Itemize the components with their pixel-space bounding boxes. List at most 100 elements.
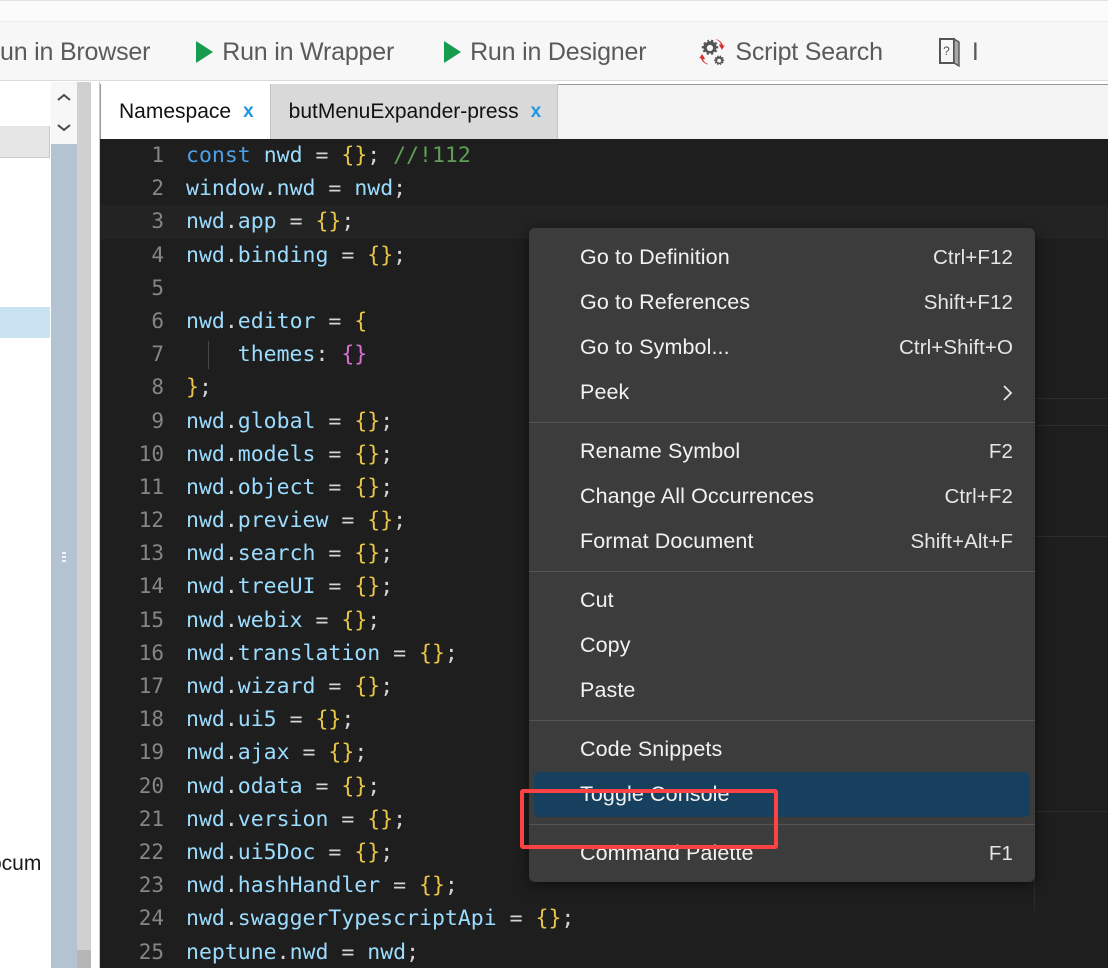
line-number: 2 [151,176,164,201]
code-token: = [315,474,355,500]
code-text: nwd.wizard = {}; [186,674,393,699]
code-token: preview [237,508,329,534]
play-icon [444,41,462,63]
code-token: ; [380,674,394,699]
menu-item-change-all-occurrences[interactable]: Change All Occurrences Ctrl+F2 [529,474,1035,519]
toolbar-button-run-in-designer[interactable]: Run in Designer [430,22,660,82]
code-token: . [224,740,238,766]
toolbar-button-help[interactable]: ? I [923,22,993,82]
scroll-up-button[interactable] [51,82,77,112]
indent-guide [208,341,209,370]
menu-item-cut[interactable]: Cut [529,578,1035,623]
code-token: ; [380,441,394,467]
code-token: = [328,242,368,268]
code-token: ; [393,242,407,268]
code-token: = [315,574,355,600]
code-token: = [315,839,355,865]
toolbar-button-label: un in Browser [0,37,151,66]
code-token: = [302,143,342,168]
code-text: nwd.binding = {}; [186,243,406,268]
editor-context-menu[interactable]: Go to Definition Ctrl+F12 Go to References… [529,228,1035,882]
code-line[interactable]: 24 nwd.swaggerTypescriptApi = {}; [100,902,1108,935]
code-token: = [315,308,355,334]
toolbar-button-run-in-wrapper[interactable]: Run in Wrapper [182,22,408,82]
code-token: nwd [186,508,225,534]
menu-item-go-to-definition[interactable]: Go to Definition Ctrl+F12 [529,235,1035,280]
line-number: 19 [138,740,164,765]
code-token: ; [367,143,394,168]
code-token: . [224,640,238,666]
line-number: 7 [151,342,164,367]
code-token: object [237,474,316,500]
outer-scroll-track[interactable] [77,82,91,968]
code-token: odata [237,773,303,799]
tree-node-selected[interactable] [0,307,50,338]
toolbar-button-label: Run in Designer [470,37,647,66]
menu-item-command-palette[interactable]: Command Palette F1 [529,831,1035,876]
menu-item-shortcut: Ctrl+Shift+O [899,335,1013,359]
menu-item-go-to-symbol[interactable]: Go to Symbol... Ctrl+Shift+O [529,325,1035,370]
toolbar-top-strip [0,1,1108,22]
code-token: search [237,541,316,567]
tree-node-collapsed[interactable] [0,126,50,158]
code-text: nwd.odata = {}; [186,774,380,799]
code-token: ; [341,209,355,235]
toolbar-button-label: I [971,37,979,66]
menu-item-toggle-console[interactable]: Toggle Console [534,772,1030,817]
code-token: nwd [186,209,225,235]
line-number: 20 [138,773,164,798]
code-token: translation [237,640,381,666]
tree-item-label-partial: ocum [0,852,42,875]
code-token: . [224,707,238,733]
menu-item-format-document[interactable]: Format Document Shift+Alt+F [529,519,1035,564]
menu-item-label: Format Document [580,529,754,553]
code-token: = [380,873,420,899]
code-text: nwd.search = {}; [186,541,393,566]
menu-item-code-snippets[interactable]: Code Snippets [529,727,1035,772]
menu-item-shortcut: F1 [988,841,1013,865]
code-token: = [315,674,355,699]
tab-close-icon[interactable]: x [531,101,542,123]
code-token: version [237,806,329,832]
code-token: = [496,906,536,932]
tab-butmenuexpander-press[interactable]: butMenuExpander-press x [270,84,559,139]
code-token: = [315,441,355,467]
line-number: 21 [138,806,164,831]
code-token: nwd [186,906,225,932]
code-token: . [224,607,238,633]
code-token: nwd [276,176,316,202]
code-token: nwd [186,574,225,600]
code-line[interactable]: 1 const nwd = {}; //!112 [100,139,1108,172]
menu-item-rename-symbol[interactable]: Rename Symbol F2 [529,429,1035,474]
code-line[interactable]: 2 window.nwd = nwd; [100,172,1108,205]
code-token: app [237,209,277,235]
code-text: nwd.ui5 = {}; [186,707,354,732]
toolbar-button-script-search[interactable]: Script Search [684,22,896,82]
line-number: 22 [138,839,164,864]
code-line[interactable]: 25 neptune.nwd = nwd; [100,936,1108,968]
scroll-down-button[interactable] [51,112,77,142]
code-token: models [237,441,316,467]
code-text: themes: {} [186,342,367,367]
menu-item-paste[interactable]: Paste [529,668,1035,713]
code-text: nwd.treeUI = {}; [186,574,393,599]
code-token: ; [380,541,394,567]
menu-item-go-to-references[interactable]: Go to References Shift+F12 [529,280,1035,325]
code-token: . [224,574,238,600]
menu-item-shortcut: Ctrl+F2 [944,484,1013,508]
toolbar-button-run-in-browser[interactable]: un in Browser [0,22,164,82]
menu-item-copy[interactable]: Copy [529,623,1035,668]
menu-item-peek[interactable]: Peek [529,370,1035,415]
code-token: ; [561,906,575,932]
line-number: 10 [138,441,164,466]
menu-item-label: Toggle Console [580,782,730,806]
tab-namespace[interactable]: Namespace x [101,84,271,139]
code-token: . [224,674,238,699]
tab-close-icon[interactable]: x [243,101,254,123]
code-text: const nwd = {}; //!112 [186,143,471,168]
code-token: ; [354,740,368,766]
line-number: 6 [151,308,164,333]
left-panel-scroll-thumb[interactable] [51,144,77,968]
code-token: . [224,541,238,567]
